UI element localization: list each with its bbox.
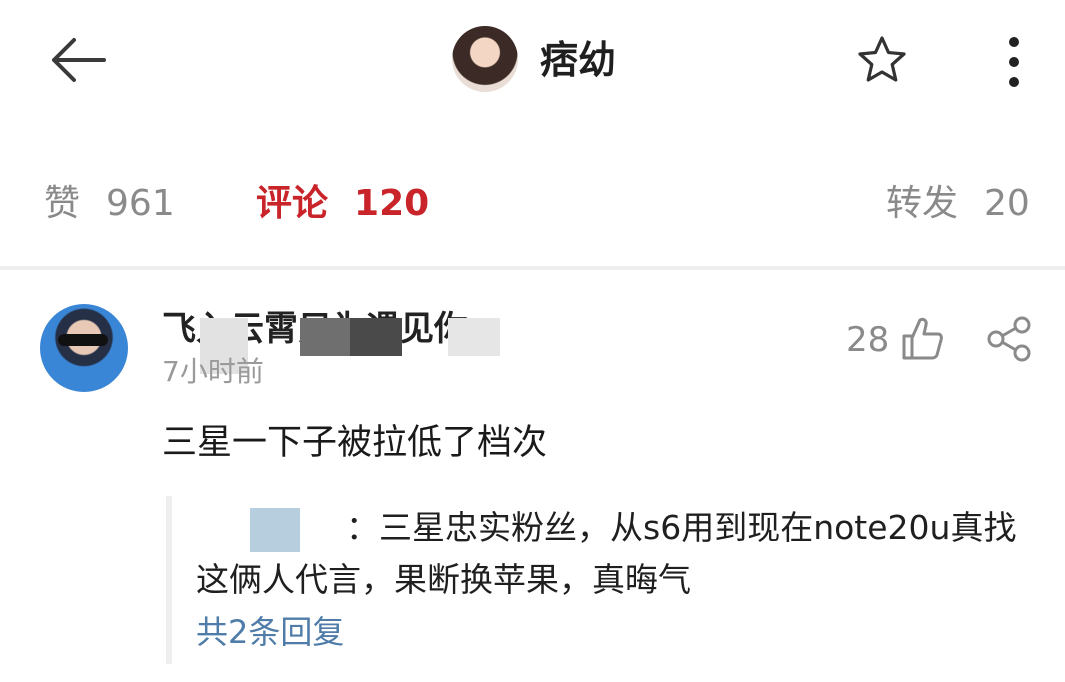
back-button[interactable] — [44, 30, 114, 90]
redaction-block — [350, 318, 402, 356]
share-icon — [987, 316, 1031, 362]
reply-text: ：三星忠实粉丝，从s6用到现在note20u真找这俩人代言，果断换苹果，真晦气 — [196, 508, 1017, 599]
tab-reposts[interactable]: 转发 20 — [886, 178, 1030, 230]
comment-body: 三星一下子被拉低了档次 — [162, 423, 548, 463]
reply-thread-bar — [166, 496, 172, 664]
vertical-ellipsis-icon — [1009, 37, 1019, 87]
like-button[interactable] — [900, 314, 944, 362]
comments-count: 120 — [354, 183, 430, 224]
arrow-left-icon — [52, 38, 106, 82]
likes-count: 961 — [106, 183, 175, 224]
reposts-label: 转发 — [886, 183, 959, 224]
favorite-button[interactable] — [856, 34, 908, 86]
likes-label: 赞 — [44, 183, 81, 224]
more-options-button[interactable] — [996, 34, 1032, 90]
view-replies-link[interactable]: 共2条回复 — [196, 608, 344, 656]
tab-comments[interactable]: 评论 120 — [256, 178, 429, 230]
comments-label: 评论 — [256, 183, 329, 224]
reply-preview[interactable]: ：三星忠实粉丝，从s6用到现在note20u真找这俩人代言，果断换苹果，真晦气 — [196, 502, 1046, 606]
share-button[interactable] — [986, 316, 1032, 362]
comment-timestamp: 7小时前 — [162, 355, 264, 388]
reposts-count: 20 — [984, 183, 1030, 224]
thumbs-up-icon — [902, 317, 943, 360]
section-divider — [0, 266, 1065, 270]
comment-like-count: 28 — [846, 320, 890, 360]
commenter-avatar[interactable] — [40, 304, 128, 392]
redaction-block — [300, 318, 352, 356]
star-outline-icon — [858, 36, 906, 82]
page-title: 痞幼 — [540, 38, 617, 82]
redaction-block — [250, 508, 300, 552]
tab-likes[interactable]: 赞 961 — [44, 178, 175, 230]
redaction-block — [448, 318, 500, 356]
author-avatar[interactable] — [452, 26, 518, 92]
